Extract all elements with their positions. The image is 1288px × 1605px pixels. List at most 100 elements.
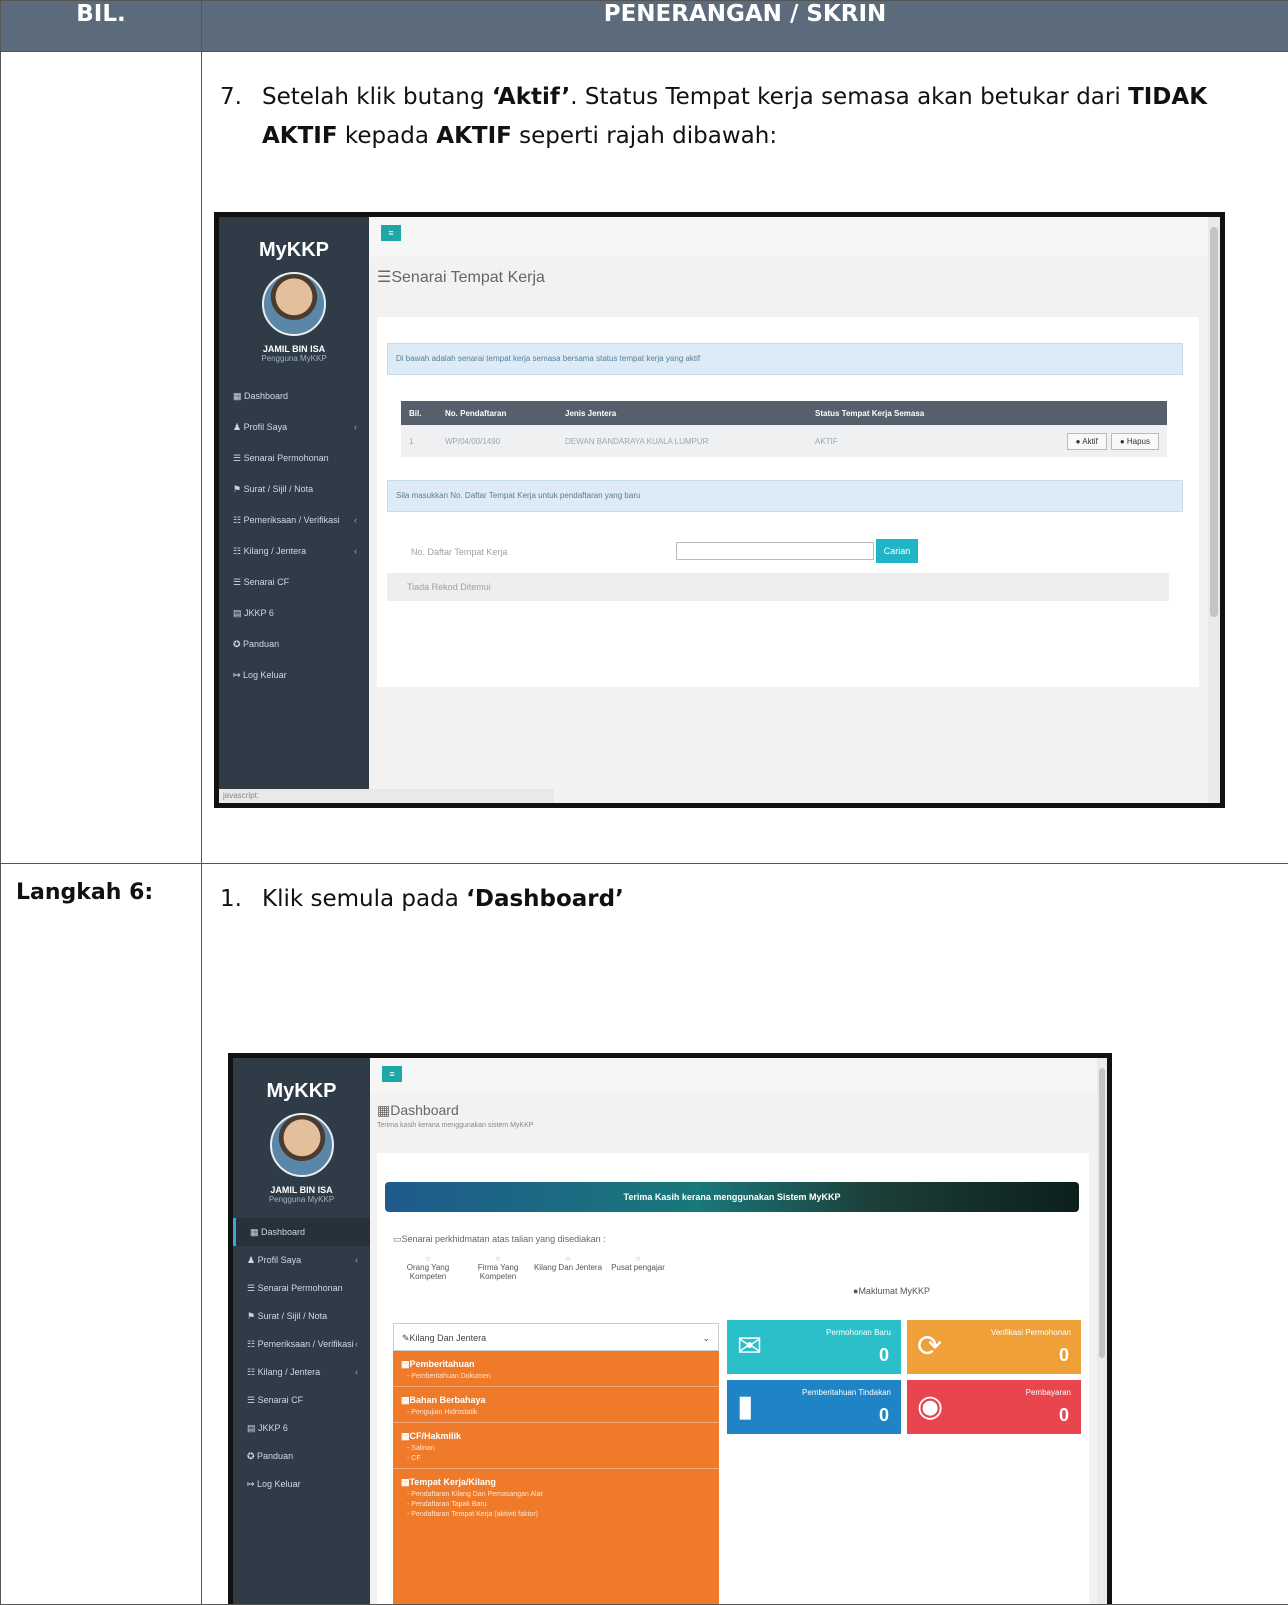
sidebar-item[interactable]: ☰ Senarai Permohonan — [219, 443, 369, 474]
text-part: Setelah klik butang — [262, 84, 492, 110]
sidebar-item[interactable]: ☷ Pemeriksaan / Verifikasi‹ — [233, 1330, 370, 1358]
sidebar-item[interactable]: ☰ Senarai CF — [219, 567, 369, 598]
step-number: 7. — [220, 78, 262, 156]
search-button[interactable]: Carian — [876, 539, 918, 563]
sidebar-item[interactable]: ▤ JKKP 6 — [219, 598, 369, 629]
service-item[interactable]: ○Orang Yang Kompeten — [393, 1254, 463, 1281]
sidebar-item[interactable]: ⚑ Surat / Sijil / Nota — [233, 1302, 370, 1330]
menu-toggle-button[interactable]: ≡ — [381, 225, 401, 241]
sidebar-item[interactable]: ↦ Log Keluar — [219, 660, 369, 691]
avatar — [262, 272, 326, 336]
sidebar: MyKKP JAMIL BIN ISA Pengguna MyKKP ▦ Das… — [219, 217, 369, 803]
scrollbar[interactable] — [1097, 1058, 1107, 1604]
page-title: ▦Dashboard — [377, 1102, 459, 1119]
step-1-text: 1. Klik semula pada ‘Dashboard’ — [202, 864, 1288, 919]
chevron-icon: ‹ — [354, 505, 357, 536]
section-link[interactable]: - Pemberitahuan Dokumen — [393, 1370, 719, 1380]
tile-notification[interactable]: ▮Pemberitahuan Tindakan0 — [727, 1380, 901, 1434]
workplace-table: Bil. No. Pendaftaran Jenis Jentera Statu… — [401, 401, 1167, 457]
sidebar-item[interactable]: ⚑ Surat / Sijil / Nota — [219, 474, 369, 505]
text-part: . Status Tempat kerja semasa akan betuka… — [570, 84, 1128, 110]
row2-label-cell: Langkah 6: — [1, 864, 202, 1605]
sidebar-item[interactable]: ☷ Kilang / Jentera‹ — [219, 536, 369, 567]
page-subtitle: Terima kasih kerana menggunakan sistem M… — [377, 1122, 533, 1129]
info-alert-new: Sila masukkan No. Daftar Tempat Kerja un… — [387, 480, 1183, 512]
list-icon: ☰ — [377, 269, 391, 286]
registration-number-input[interactable] — [676, 542, 874, 560]
app-brand: MyKKP — [219, 239, 369, 262]
sidebar-item[interactable]: ↦ Log Keluar — [233, 1470, 370, 1498]
table-header — [1007, 401, 1167, 425]
service-item[interactable]: ○Kilang Dan Jentera — [533, 1254, 603, 1272]
sidebar-item[interactable]: ☰ Senarai Permohonan — [233, 1274, 370, 1302]
top-bar: ≡ — [370, 1058, 1107, 1092]
accordion-header[interactable]: ✎Kilang Dan Jentera⌄ — [393, 1323, 719, 1351]
service-icon: ○ — [533, 1254, 603, 1263]
info-title: ●Maklumat MyKKP — [853, 1286, 930, 1296]
services-title: ▭Senarai perkhidmatan atas talian yang d… — [393, 1234, 606, 1245]
monitor-icon: ▭ — [393, 1234, 402, 1244]
chevron-icon: ‹ — [355, 1330, 358, 1358]
section-heading: ▦Bahan Berbahaya — [393, 1387, 719, 1406]
section-heading: ▦CF/Hakmilik — [393, 1423, 719, 1442]
service-item[interactable]: ○Firma Yang Kompeten — [463, 1254, 533, 1281]
sidebar: MyKKP JAMIL BIN ISA Pengguna MyKKP ▦ Das… — [233, 1058, 370, 1604]
section-link[interactable]: - Pendaftaran Kilang Dan Pemasangan Alat — [393, 1488, 719, 1498]
section-link[interactable]: - Pengujian Hidrostatik — [393, 1406, 719, 1416]
text-part: kepada — [338, 123, 437, 149]
text-part: seperti rajah dibawah: — [512, 123, 777, 149]
column-header-description: PENERANGAN / SKRIN — [202, 1, 1288, 52]
menu-toggle-button[interactable]: ≡ — [382, 1066, 402, 1082]
envelope-icon: ✉ — [737, 1332, 762, 1362]
sidebar-item[interactable]: ♟ Profil Saya‹ — [219, 412, 369, 443]
sidebar-item[interactable]: ☷ Kilang / Jentera‹ — [233, 1358, 370, 1386]
active-button[interactable]: ● Aktif — [1067, 433, 1107, 450]
table-header: No. Pendaftaran — [437, 401, 557, 425]
sidebar-item[interactable]: ▦ Dashboard — [233, 1218, 370, 1246]
sidebar-item[interactable]: ☷ Pemeriksaan / Verifikasi‹ — [219, 505, 369, 536]
sidebar-item[interactable]: ▤ JKKP 6 — [233, 1414, 370, 1442]
section-link[interactable]: - Pendaftaran Tempat Kerja (aktiviti fak… — [393, 1508, 719, 1518]
table-cell: DEWAN BANDARAYA KUALA LUMPUR — [557, 425, 807, 457]
table-header: Jenis Jentera — [557, 401, 807, 425]
table-cell: AKTIF — [807, 425, 1007, 457]
info-alert: Di bawah adalah senarai tempat kerja sem… — [387, 343, 1183, 375]
table-cell: 1 — [401, 425, 437, 457]
app-brand: MyKKP — [233, 1080, 370, 1103]
sidebar-item[interactable]: ✪ Panduan — [233, 1442, 370, 1470]
sidebar-item[interactable]: ☰ Senarai CF — [233, 1386, 370, 1414]
no-record-message: Tiada Rekod Ditemui — [387, 573, 1169, 601]
avatar — [270, 1113, 334, 1177]
table-header: Bil. — [401, 401, 437, 425]
screenshot-workplace-list: MyKKP JAMIL BIN ISA Pengguna MyKKP ▦ Das… — [214, 212, 1225, 808]
user-role: Pengguna MyKKP — [219, 354, 369, 363]
user-role: Pengguna MyKKP — [233, 1195, 370, 1204]
column-header-bil: BIL. — [1, 1, 202, 52]
section-link[interactable]: - CF — [393, 1452, 719, 1462]
scrollbar[interactable] — [1208, 217, 1220, 803]
sidebar-menu: ▦ Dashboard♟ Profil Saya‹☰ Senarai Permo… — [219, 381, 369, 691]
row1-number-cell — [1, 52, 202, 864]
chevron-icon: ‹ — [355, 1358, 358, 1386]
service-item[interactable]: ○Pusat pengajar — [603, 1254, 673, 1272]
tile-verification[interactable]: ⟳Verifikasi Permohonan0 — [907, 1320, 1081, 1374]
document-page: BIL. PENERANGAN / SKRIN 7. Setelah klik … — [0, 0, 1288, 1604]
document-icon: ▮ — [737, 1392, 754, 1422]
delete-button[interactable]: ● Hapus — [1111, 433, 1159, 450]
dashboard-icon: ▦ — [377, 1102, 390, 1118]
tile-payment[interactable]: ◉Pembayaran0 — [907, 1380, 1081, 1434]
accordion-body: ▦Pemberitahuan- Pemberitahuan Dokumen▦Ba… — [393, 1351, 719, 1604]
section-link[interactable]: - Pendaftaran Tapak Baru — [393, 1498, 719, 1508]
wrench-icon: ✎ — [402, 1333, 410, 1343]
step-number: 1. — [220, 880, 262, 919]
screenshot-dashboard: MyKKP JAMIL BIN ISA Pengguna MyKKP ▦ Das… — [228, 1053, 1112, 1604]
bold-part: ‘Dashboard’ — [466, 886, 624, 912]
section-link[interactable]: - Salinan — [393, 1442, 719, 1452]
sidebar-item[interactable]: ✪ Panduan — [219, 629, 369, 660]
chevron-down-icon: ⌄ — [702, 1324, 710, 1352]
tile-new-application[interactable]: ✉Permohonan Baru0 — [727, 1320, 901, 1374]
top-bar: ≡ — [369, 217, 1220, 257]
form-label: No. Daftar Tempat Kerja — [411, 547, 507, 557]
sidebar-item[interactable]: ♟ Profil Saya‹ — [233, 1246, 370, 1274]
sidebar-item[interactable]: ▦ Dashboard — [219, 381, 369, 412]
